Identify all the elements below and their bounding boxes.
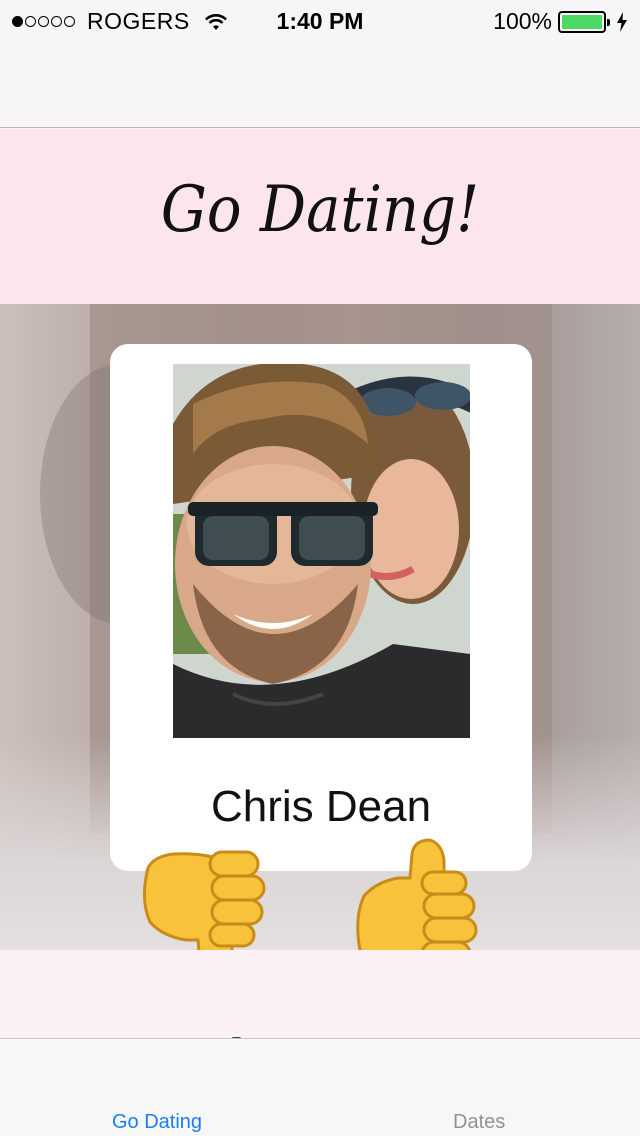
battery-percent: 100%: [493, 8, 552, 34]
navigation-bar: [0, 40, 640, 128]
next-profile-name-peek: Kevin L: [100, 1026, 359, 1038]
tab-go-dating[interactable]: Go Dating: [112, 1111, 202, 1134]
tab-bar: Go Dating Dates: [0, 1038, 640, 1136]
title-banner: Go Dating!: [0, 129, 640, 304]
status-right: 100%: [493, 8, 628, 35]
app-title: Go Dating!: [160, 173, 480, 247]
profile-card[interactable]: Chris Dean: [110, 344, 532, 871]
charging-bolt-icon: [617, 11, 627, 32]
next-profile-peek: Kevin L: [0, 950, 640, 1038]
profile-name: Chris Dean: [210, 782, 432, 831]
profile-photo: [173, 364, 470, 738]
profile-photo-image: [173, 364, 470, 738]
status-bar: ROGERS 1:40 PM 100%: [0, 0, 640, 40]
battery-icon: [558, 10, 610, 33]
tab-dates[interactable]: Dates: [453, 1111, 505, 1134]
